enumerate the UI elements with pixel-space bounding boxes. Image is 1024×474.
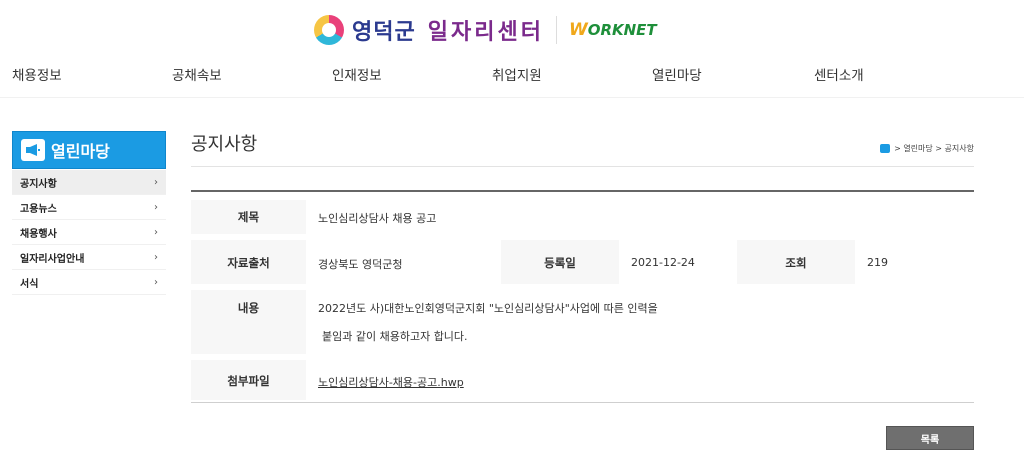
sidebar-item-label: 서식: [20, 278, 39, 290]
sidebar-item-label: 일자리사업안내: [20, 253, 85, 265]
list-button[interactable]: 목록: [886, 426, 974, 450]
date-label: 등록일: [544, 256, 576, 270]
sidebar-item-label: 고용뉴스: [20, 203, 57, 215]
logo-name: 영덕군: [352, 20, 416, 45]
logo-divider: [555, 16, 557, 44]
worknet-logo[interactable]: WORKNET: [569, 20, 657, 40]
title-divider: [191, 166, 974, 167]
sidebar: 열린마당 공지사항 › 고용뉴스 › 채용행사 › 일자리사업안내 › 서식 ›: [12, 131, 166, 295]
sidebar-item-label: 채용행사: [20, 228, 57, 240]
breadcrumb: > 열린마당 > 공지사항: [880, 143, 974, 154]
chevron-right-icon: ›: [154, 276, 158, 288]
megaphone-icon: [21, 139, 45, 161]
chevron-right-icon: ›: [154, 251, 158, 263]
sidebar-item-recruit-events[interactable]: 채용행사 ›: [12, 220, 166, 245]
sidebar-item-label: 공지사항: [20, 178, 57, 190]
source-label: 자료출처: [227, 256, 270, 270]
worknet-w: W: [568, 20, 588, 40]
sidebar-item-employment-news[interactable]: 고용뉴스 ›: [12, 195, 166, 220]
global-nav: 채용정보 공채속보 인재정보 취업지원 열린마당 센터소개: [0, 58, 1024, 98]
sidebar-item-job-programs[interactable]: 일자리사업안내 ›: [12, 245, 166, 270]
chevron-right-icon: ›: [154, 226, 158, 238]
nav-item-talent[interactable]: 인재정보: [332, 64, 382, 84]
post-detail: 제목 노인심리상담사 채용 공고 자료출처 경상북도 영덕군청 등록일 2021…: [191, 190, 974, 403]
sidebar-menu: 공지사항 › 고용뉴스 › 채용행사 › 일자리사업안내 › 서식 ›: [12, 170, 166, 295]
nav-item-support[interactable]: 취업지원: [492, 64, 542, 84]
subject-value: 노인심리상담사 채용 공고: [318, 212, 437, 225]
source-value: 경상북도 영덕군청: [318, 258, 403, 271]
attachment-label: 첨부파일: [227, 374, 270, 388]
subject-label: 제목: [237, 210, 260, 224]
site-logo[interactable]: 영덕군 일자리센터 WORKNET: [314, 13, 657, 47]
content-label: 내용: [237, 301, 260, 315]
nav-item-open-forum[interactable]: 열린마당: [652, 64, 702, 84]
home-icon[interactable]: [880, 144, 891, 153]
views-label: 조회: [785, 256, 807, 270]
site-header: 영덕군 일자리센터 WORKNET: [0, 0, 1024, 50]
nav-item-jobs[interactable]: 채용정보: [12, 64, 62, 84]
sidebar-title: 열린마당: [12, 131, 166, 169]
logo-center-name: 일자리센터: [427, 20, 544, 45]
page-title: 공지사항: [191, 134, 258, 155]
chevron-right-icon: ›: [154, 201, 158, 213]
content-line-2: 붙임과 같이 채용하고자 합니다.: [322, 330, 468, 343]
nav-item-public-recruit[interactable]: 공채속보: [172, 64, 222, 84]
attachment-link[interactable]: 노인심리상담사-채용-공고.hwp: [318, 374, 464, 390]
nav-item-about[interactable]: 센터소개: [814, 64, 864, 84]
sidebar-item-forms[interactable]: 서식 ›: [12, 270, 166, 295]
date-value: 2021-12-24: [631, 256, 695, 269]
sidebar-item-notice[interactable]: 공지사항 ›: [12, 170, 166, 195]
views-value: 219: [867, 256, 888, 269]
chevron-right-icon: ›: [154, 176, 158, 188]
worknet-text: ORKNET: [587, 21, 657, 39]
logo-mark-icon: [314, 15, 344, 45]
sidebar-title-text: 열린마당: [51, 142, 110, 161]
breadcrumb-path: > 열린마당 > 공지사항: [894, 144, 974, 153]
content-line-1: 2022년도 사)대한노인회영덕군지회 "노인심리상담사"사업에 따른 인력을: [318, 302, 658, 315]
